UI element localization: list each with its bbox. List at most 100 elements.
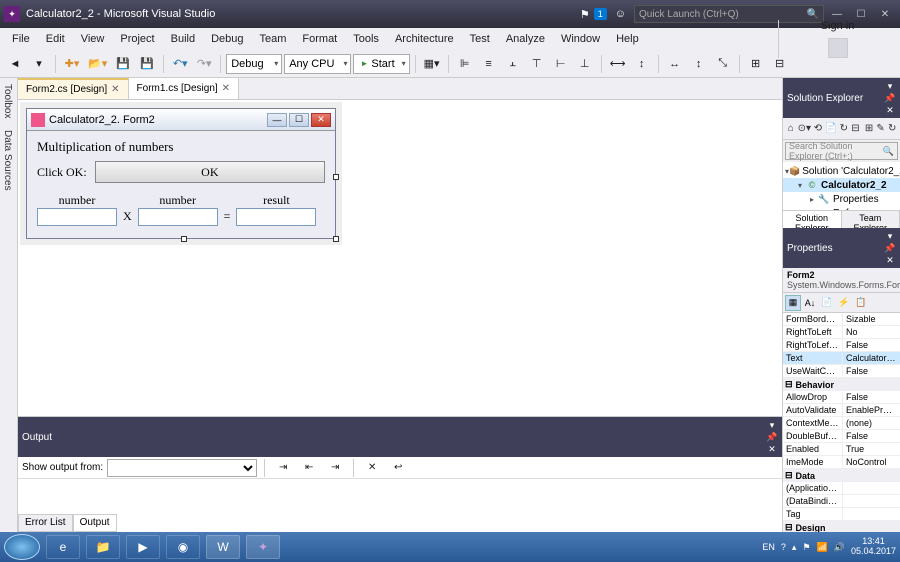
property-row[interactable]: AllowDropFalse <box>783 391 900 404</box>
menu-edit[interactable]: Edit <box>38 30 73 48</box>
property-row[interactable]: ContextMenuStrip(none) <box>783 417 900 430</box>
align-btn[interactable]: ▦▾ <box>421 53 443 75</box>
se-tab-team[interactable]: Team Explorer <box>842 211 900 228</box>
align-bot-button[interactable]: ⊥ <box>574 53 596 75</box>
property-category[interactable]: ⊟Design <box>783 521 900 532</box>
align-mid-button[interactable]: ⊢ <box>550 53 572 75</box>
prop-pages-icon[interactable]: 📋 <box>853 295 869 311</box>
taskbar-ie[interactable]: e <box>46 535 80 559</box>
nav-fwd-button[interactable]: ▾ <box>28 53 50 75</box>
align-left-button[interactable]: ⊫ <box>454 53 476 75</box>
property-row[interactable]: (ApplicationSettings) <box>783 482 900 495</box>
prop-events-icon[interactable]: ⚡ <box>836 295 852 311</box>
property-row[interactable]: Tag <box>783 508 900 521</box>
output-wrap-button[interactable]: ↩ <box>387 457 409 479</box>
menu-help[interactable]: Help <box>608 30 647 48</box>
property-category[interactable]: ⊟Behavior <box>783 378 900 391</box>
notification-area[interactable]: ⚑ 1 ☺ <box>580 8 626 21</box>
undo-button[interactable]: ↶▾ <box>169 53 191 75</box>
input-number2[interactable] <box>138 208 218 226</box>
property-row[interactable]: EnabledTrue <box>783 443 900 456</box>
tab-close-icon[interactable]: ✕ <box>111 84 119 95</box>
prop-close-icon[interactable]: ✕ <box>884 254 896 266</box>
menu-file[interactable]: File <box>4 30 38 48</box>
menu-window[interactable]: Window <box>553 30 608 48</box>
open-button[interactable]: 📂▾ <box>85 53 110 75</box>
property-row[interactable]: AutoValidateEnablePreventFoc <box>783 404 900 417</box>
design-surface[interactable]: Calculator2_2. Form2 — ☐ ✕ Multiplicatio… <box>18 100 782 416</box>
resize-handle-s[interactable] <box>181 236 187 242</box>
save-button[interactable]: 💾 <box>112 53 134 75</box>
output-close-icon[interactable]: ✕ <box>766 443 778 455</box>
menu-team[interactable]: Team <box>252 30 295 48</box>
taskbar-media[interactable]: ▶ <box>126 535 160 559</box>
se-refresh-icon[interactable]: ↻ <box>839 121 849 137</box>
se-sync-icon[interactable]: ⟲ <box>813 121 823 137</box>
properties-node[interactable]: ▸🔧Properties <box>783 192 900 206</box>
menu-tools[interactable]: Tools <box>345 30 387 48</box>
se-home-icon[interactable]: ⌂ <box>786 121 796 137</box>
prop-object-selector[interactable]: Form2 System.Windows.Forms.Form▾ <box>783 268 900 293</box>
feedback-icon[interactable]: ☺ <box>615 8 626 20</box>
se-preview-icon[interactable]: ↻ <box>887 121 897 137</box>
output-dropdown-icon[interactable]: ▾ <box>766 419 778 431</box>
start-button-win[interactable] <box>4 534 40 560</box>
menu-test[interactable]: Test <box>462 30 498 48</box>
form-max-button[interactable]: ☐ <box>289 113 309 127</box>
property-row[interactable]: ImeModeNoControl <box>783 456 900 469</box>
se-collapse-icon[interactable]: ⊟ <box>851 121 861 137</box>
se-close-icon[interactable]: ✕ <box>884 104 896 116</box>
output-goto-button[interactable]: ⇥ <box>272 457 294 479</box>
config-combo[interactable]: Debug <box>226 54 282 74</box>
taskbar-vs[interactable]: ✦ <box>246 535 280 559</box>
prop-categorized-icon[interactable]: ▦ <box>785 295 801 311</box>
se-tab-solution[interactable]: Solution Explorer <box>783 211 842 228</box>
property-row[interactable]: RightToLeftLayoutFalse <box>783 339 900 352</box>
menu-project[interactable]: Project <box>112 30 162 48</box>
tray-arrow-icon[interactable]: ▴ <box>792 542 797 553</box>
input-number1[interactable] <box>37 208 117 226</box>
tray-flag-icon[interactable]: ⚑ <box>802 542 810 553</box>
prop-props-icon[interactable]: 📄 <box>819 295 835 311</box>
se-back-icon[interactable]: ⊙▾ <box>798 121 811 137</box>
output-next-button[interactable]: ⇥ <box>324 457 346 479</box>
sizeboth-button[interactable]: ⤡ <box>712 53 734 75</box>
align-top-button[interactable]: ⊤ <box>526 53 548 75</box>
output-from-combo[interactable] <box>107 459 257 477</box>
menu-analyze[interactable]: Analyze <box>498 30 553 48</box>
property-category[interactable]: ⊟Data <box>783 469 900 482</box>
output-tab[interactable]: Output <box>73 514 117 532</box>
resize-handle-e[interactable] <box>333 174 339 180</box>
output-textarea[interactable] <box>18 479 782 514</box>
signin-link[interactable]: Sign in <box>821 20 855 32</box>
input-result[interactable] <box>236 208 316 226</box>
tray-clock[interactable]: 13:41 05.04.2017 <box>851 537 896 557</box>
se-filter-icon[interactable]: 📄 <box>825 121 837 137</box>
menu-architecture[interactable]: Architecture <box>387 30 462 48</box>
property-row[interactable]: UseWaitCursorFalse <box>783 365 900 378</box>
output-pin-icon[interactable]: 📌 <box>766 431 778 443</box>
doc-tab[interactable]: Form2.cs [Design]✕ <box>18 78 129 99</box>
hspace-button[interactable]: ⟷ <box>607 53 629 75</box>
taskbar-app[interactable]: ◉ <box>166 535 200 559</box>
output-prev-button[interactable]: ⇤ <box>298 457 320 479</box>
platform-combo[interactable]: Any CPU <box>284 54 351 74</box>
solution-tree[interactable]: ▾📦Solution 'Calculator2_2' (1 project) ▾… <box>783 162 900 210</box>
taskbar-word[interactable]: W <box>206 535 240 559</box>
se-props-icon[interactable]: ✎ <box>876 121 886 137</box>
tray-vol-icon[interactable]: 🔊 <box>834 542 845 553</box>
prop-dropdown-icon[interactable]: ▾ <box>884 230 896 242</box>
save-all-button[interactable]: 💾 <box>136 53 158 75</box>
menu-view[interactable]: View <box>73 30 113 48</box>
ok-button[interactable]: OK <box>95 161 325 183</box>
vspace-button[interactable]: ↕ <box>631 53 653 75</box>
tray-net-icon[interactable]: 📶 <box>817 542 828 553</box>
redo-button[interactable]: ↷▾ <box>193 53 215 75</box>
sizew-button[interactable]: ↔ <box>664 53 686 75</box>
new-project-button[interactable]: ✚▾ <box>61 53 83 75</box>
resize-handle-se[interactable] <box>333 236 339 242</box>
prop-alpha-icon[interactable]: A↓ <box>802 295 818 311</box>
tray-help-icon[interactable]: ? <box>781 542 786 552</box>
center-v-button[interactable]: ⊟ <box>769 53 791 75</box>
datasources-tab[interactable]: Data Sources <box>0 124 17 197</box>
